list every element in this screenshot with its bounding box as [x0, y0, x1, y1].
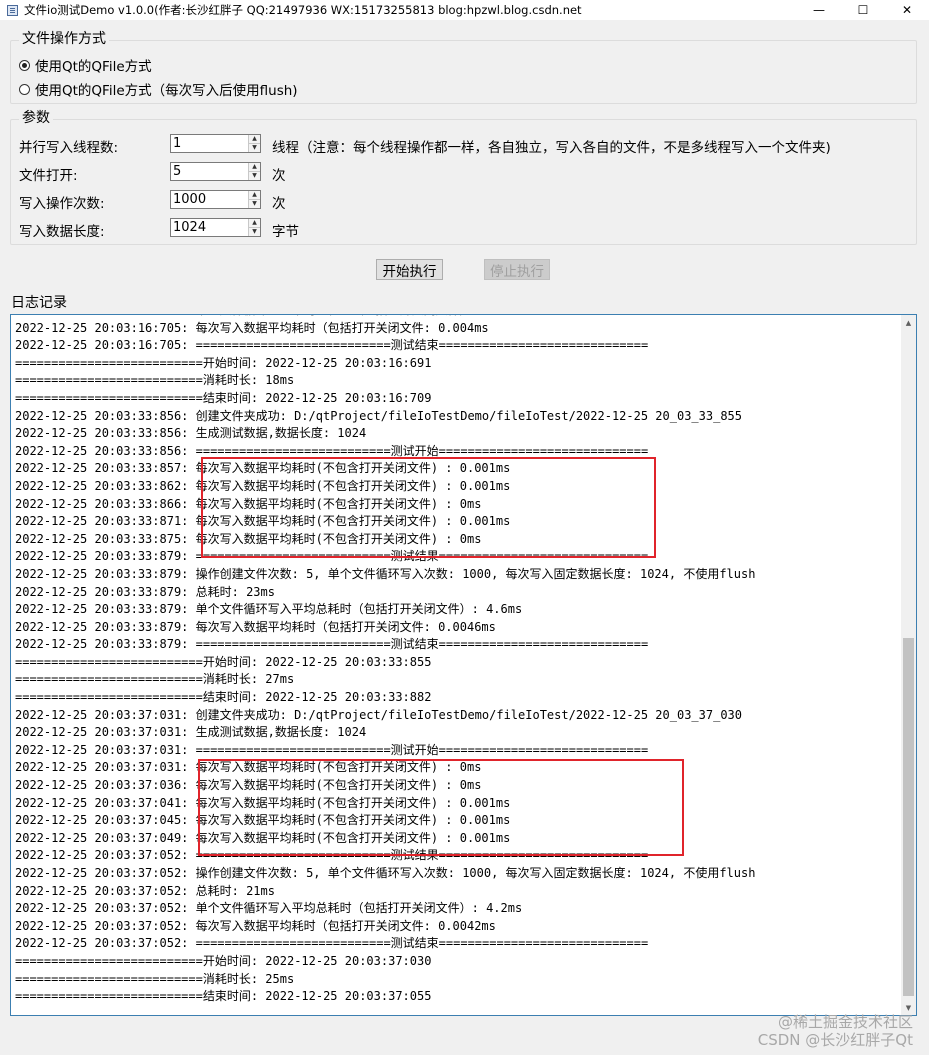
spin-up-icon[interactable]: ▲ [249, 219, 260, 227]
data-length-spinbox[interactable]: 1024 ▲ ▼ [170, 218, 261, 237]
log-textarea[interactable]: 2022-12-25 20:03:16:705: 单个文件循环写入平均总耗时（包… [10, 314, 917, 1016]
log-line: ==========================开始时间: 2022-12-… [15, 953, 432, 968]
spin-down-icon[interactable]: ▼ [249, 143, 260, 152]
log-line: ==========================消耗时长: 25ms [15, 971, 295, 986]
log-lines: 2022-12-25 20:03:16:705: 单个文件循环写入平均总耗时（包… [15, 315, 895, 1006]
log-line: ==========================结束时间: 2022-12-… [15, 989, 432, 1004]
log-line: 2022-12-25 20:03:33:856: 创建文件夹成功: D:/qtP… [15, 408, 742, 423]
radio-label: 使用Qt的QFile方式 [35, 59, 152, 75]
log-line: 2022-12-25 20:03:37:052: 每次写入数据平均耗时（包括打开… [15, 918, 496, 933]
param-row-writes: 写入操作次数: 1000 ▲ ▼ 次 [19, 190, 919, 212]
log-line: ==========================开始时间: 2022-12-… [15, 654, 432, 669]
param-unit: 次 [272, 168, 286, 184]
log-line: 2022-12-25 20:03:16:705: 每次写入数据平均耗时（包括打开… [15, 320, 489, 335]
highlight-box-1 [201, 457, 656, 558]
param-row-open: 文件打开: 5 ▲ ▼ 次 [19, 162, 919, 184]
log-line: 2022-12-25 20:03:37:031: 生成测试数据,数据长度: 10… [15, 725, 367, 740]
minimize-button[interactable]: — [797, 0, 841, 20]
param-label: 文件打开: [19, 168, 78, 184]
spin-down-icon[interactable]: ▼ [249, 199, 260, 208]
spinbox-value[interactable]: 1 [171, 135, 248, 152]
window-controls: — ☐ ✕ [797, 0, 929, 20]
log-line: 2022-12-25 20:03:37:052: ===============… [15, 936, 649, 951]
threads-spinbox[interactable]: 1 ▲ ▼ [170, 134, 261, 153]
log-line: ==========================开始时间: 2022-12-… [15, 355, 432, 370]
watermark-line-1: @稀土掘金技术社区 [777, 1013, 913, 1031]
log-line: ==========================结束时间: 2022-12-… [15, 390, 432, 405]
radio-qfile[interactable]: 使用Qt的QFile方式 [19, 55, 152, 75]
spin-down-icon[interactable]: ▼ [249, 227, 260, 236]
log-scrollbar[interactable]: ▲ ▼ [901, 315, 916, 1015]
app-icon [7, 4, 18, 16]
maximize-button[interactable]: ☐ [841, 0, 885, 20]
param-label: 写入操作次数: [19, 196, 105, 212]
highlight-box-2 [198, 759, 684, 856]
start-button[interactable]: 开始执行 [376, 259, 443, 280]
close-button[interactable]: ✕ [885, 0, 929, 20]
log-title: 日志记录 [11, 295, 67, 311]
open-count-spinbox[interactable]: 5 ▲ ▼ [170, 162, 261, 181]
radio-button[interactable] [19, 83, 30, 95]
log-line: 2022-12-25 20:03:37:052: 单个文件循环写入平均总耗时（包… [15, 901, 523, 916]
param-label: 并行写入线程数: [19, 140, 119, 156]
file-mode-title: 文件操作方式 [19, 31, 109, 47]
spin-up-icon[interactable]: ▲ [249, 163, 260, 171]
param-label: 写入数据长度: [19, 224, 105, 240]
log-line: ==========================消耗时长: 27ms [15, 672, 295, 687]
spinbox-value[interactable]: 1024 [171, 219, 248, 236]
watermark-line-2: CSDN @长沙红胖子Qt [757, 1031, 913, 1049]
spin-up-icon[interactable]: ▲ [249, 191, 260, 199]
param-row-threads: 并行写入线程数: 1 ▲ ▼ 线程（注意：每个线程操作都一样，各自独立，写入各自… [19, 134, 919, 156]
spin-up-icon[interactable]: ▲ [249, 135, 260, 143]
write-count-spinbox[interactable]: 1000 ▲ ▼ [170, 190, 261, 209]
watermark: @稀土掘金技术社区 CSDN @长沙红胖子Qt [758, 1013, 913, 1049]
spinbox-value[interactable]: 5 [171, 163, 248, 180]
param-unit: 字节 [272, 224, 299, 240]
log-line: ==========================消耗时长: 18ms [15, 373, 295, 388]
log-line: 2022-12-25 20:03:37:052: 操作创建文件次数: 5, 单个… [15, 866, 756, 880]
log-line: ==========================结束时间: 2022-12-… [15, 690, 432, 705]
log-line: 2022-12-25 20:03:37:052: 总耗时: 21ms [15, 883, 275, 898]
param-row-length: 写入数据长度: 1024 ▲ ▼ 字节 [19, 218, 919, 240]
log-line: 2022-12-25 20:03:33:879: 总耗时: 23ms [15, 584, 275, 599]
radio-button[interactable] [19, 59, 30, 71]
spin-down-icon[interactable]: ▼ [249, 171, 260, 180]
radio-qfile-flush[interactable]: 使用Qt的QFile方式（每次写入后使用flush) [19, 79, 298, 99]
log-line: 2022-12-25 20:03:33:879: 每次写入数据平均耗时（包括打开… [15, 619, 496, 634]
window-title: 文件io测试Demo v1.0.0(作者:长沙红胖子 QQ:21497936 W… [24, 3, 582, 17]
log-line: 2022-12-25 20:03:33:856: 生成测试数据,数据长度: 10… [15, 426, 367, 441]
stop-button[interactable]: 停止执行 [484, 259, 550, 280]
title-bar: 文件io测试Demo v1.0.0(作者:长沙红胖子 QQ:21497936 W… [0, 0, 929, 20]
param-unit: 线程（注意：每个线程操作都一样，各自独立，写入各自的文件，不是多线程写入一个文件… [272, 140, 831, 156]
spinbox-value[interactable]: 1000 [171, 191, 248, 208]
scroll-up-icon[interactable]: ▲ [901, 315, 916, 330]
log-line: 2022-12-25 20:03:33:879: 单个文件循环写入平均总耗时（包… [15, 602, 523, 617]
log-line: 2022-12-25 20:03:33:879: ===============… [15, 637, 649, 652]
param-unit: 次 [272, 196, 286, 212]
log-line: 2022-12-25 20:03:37:031: 创建文件夹成功: D:/qtP… [15, 707, 742, 722]
radio-label: 使用Qt的QFile方式（每次写入后使用flush) [35, 83, 298, 99]
params-title: 参数 [19, 110, 53, 126]
log-line: 2022-12-25 20:03:33:879: 操作创建文件次数: 5, 单个… [15, 566, 756, 581]
log-line: 2022-12-25 20:03:37:031: ===============… [15, 742, 649, 757]
log-line: 2022-12-25 20:03:16:705: ===============… [15, 338, 649, 353]
scrollbar-thumb[interactable] [903, 638, 914, 996]
